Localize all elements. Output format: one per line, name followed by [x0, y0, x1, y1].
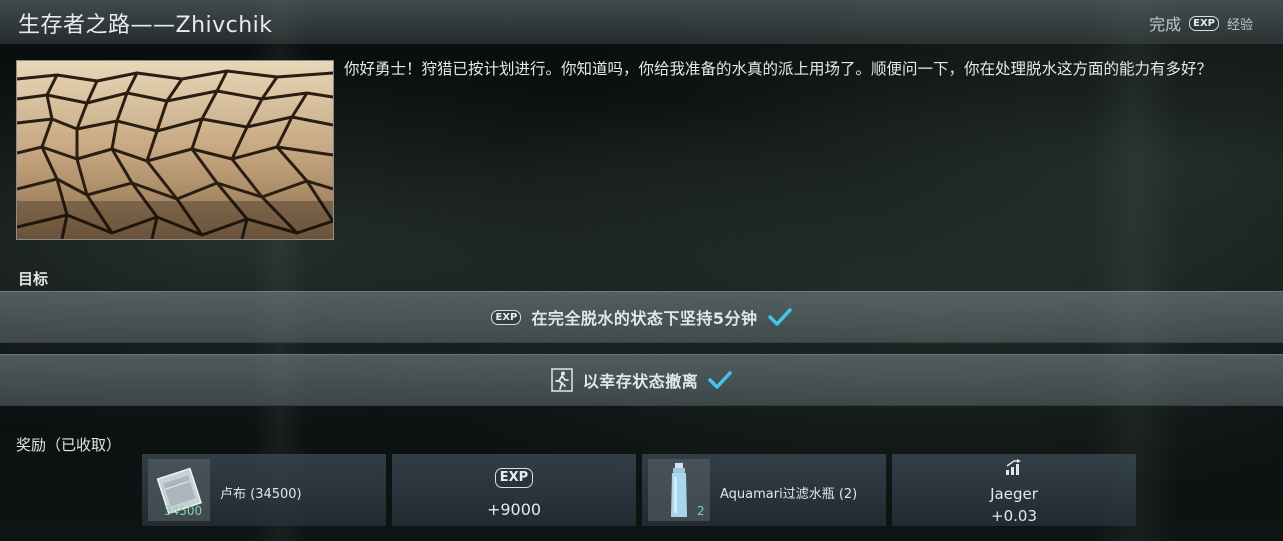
- exit-run-icon: [550, 368, 573, 392]
- reward-item[interactable]: 2 Aquamari过滤水瓶 (2): [642, 454, 886, 526]
- exp-icon: EXP: [1189, 15, 1219, 31]
- standing-up-icon: [1006, 459, 1021, 475]
- objective-row: 以幸存状态撤离: [0, 354, 1283, 406]
- reward-label: Aquamari过滤水瓶 (2): [720, 487, 858, 502]
- quest-description: 你好勇士！狩猎已按计划进行。你知道吗，你给我准备的水真的派上用场了。顺便问一下，…: [344, 60, 1213, 78]
- reward-count: 2: [697, 504, 705, 518]
- reward-label: 卢布 (34500): [220, 487, 302, 502]
- reward-count: 34500: [164, 504, 203, 518]
- objective-text: 在完全脱水的状态下坚持5分钟: [531, 309, 758, 328]
- reward-item[interactable]: 34500 卢布 (34500): [142, 454, 386, 526]
- checkmark-icon: [708, 371, 732, 389]
- cracked-dry-earth-image: [17, 61, 333, 239]
- rewards-label: 奖励（已收取）: [16, 436, 122, 454]
- exp-icon: EXP: [491, 309, 522, 325]
- reward-item[interactable]: Jaeger +0.03: [892, 454, 1136, 526]
- status-label: 完成: [1149, 15, 1182, 34]
- exp-label: 经验: [1226, 17, 1253, 33]
- reward-trader: Jaeger: [990, 485, 1038, 503]
- objectives-label: 目标: [18, 270, 49, 288]
- reward-value: +0.03: [991, 507, 1037, 525]
- quest-header: 生存者之路——Zhivchik 完成 EXP 经验: [0, 0, 1283, 44]
- quest-title: 生存者之路——Zhivchik: [18, 13, 273, 38]
- reward-value: +9000: [486, 500, 542, 519]
- objective-row: EXP 在完全脱水的状态下坚持5分钟: [0, 291, 1283, 343]
- reward-item[interactable]: EXP +9000: [392, 454, 636, 526]
- objective-text: 以幸存状态撤离: [582, 372, 699, 391]
- exp-icon: EXP: [494, 468, 534, 488]
- checkmark-icon: [767, 308, 792, 326]
- quest-status: 完成 EXP 经验: [1149, 11, 1253, 35]
- quest-image: [16, 60, 334, 240]
